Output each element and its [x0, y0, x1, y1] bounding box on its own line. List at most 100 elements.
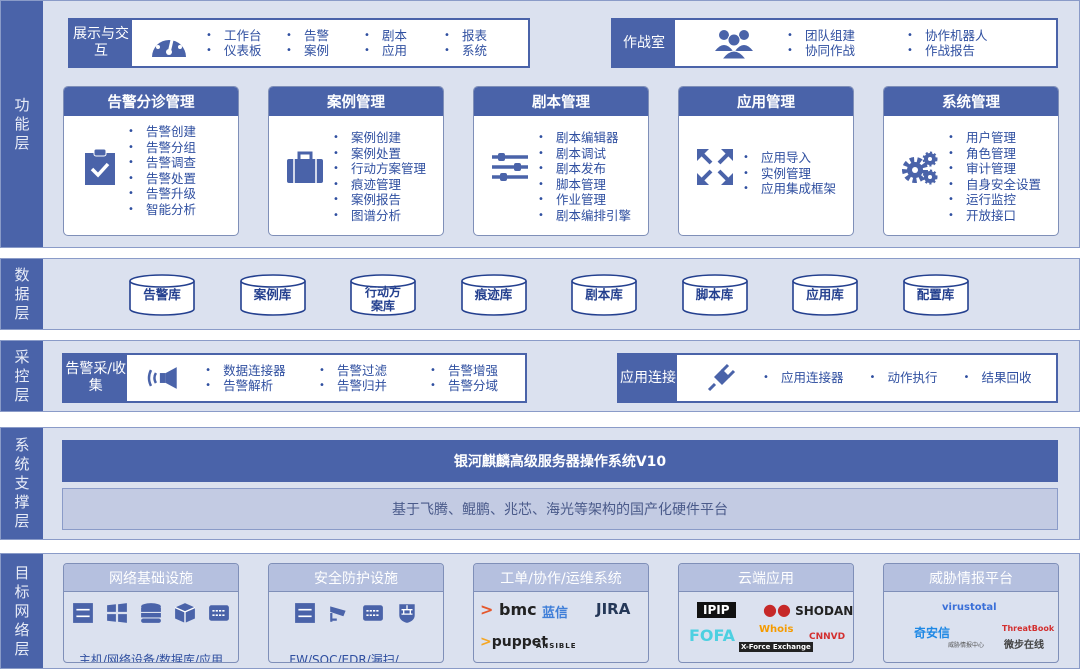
menu-item: 告警分域 — [426, 378, 525, 394]
module-item: 图谱分析 — [329, 208, 429, 224]
menu-item: 协作机器人 — [903, 28, 1013, 44]
server-icon — [73, 603, 93, 623]
layer-label: 采控层 — [1, 341, 43, 411]
module-item: 实例管理 — [739, 166, 843, 182]
windows-icon — [107, 603, 127, 623]
database-label: 应用库 — [806, 287, 844, 302]
menu-item: 作战报告 — [903, 43, 1013, 59]
vendor-logo: ANSIBLE — [536, 642, 577, 650]
menu-item: 告警过滤 — [315, 363, 426, 379]
bar-title: 告警采/收集 — [64, 355, 128, 401]
vendor-logo: > bmc — [480, 600, 537, 619]
menu-item: 告警增强 — [426, 363, 525, 379]
module-item: 剧本发布 — [534, 161, 634, 177]
menu-item: 告警解析 — [201, 378, 315, 394]
hardware-bar: 基于飞腾、鲲鹏、兆芯、海光等架构的国产化硬件平台 — [62, 488, 1058, 530]
database-cylinder: 配置库 — [902, 274, 969, 316]
expand-arrows-icon — [697, 149, 733, 185]
module-item: 案例处置 — [329, 146, 429, 162]
vendor-logo: X-Force Exchange — [739, 642, 813, 652]
module-item: 智能分析 — [124, 202, 228, 218]
logo-text: 威胁情报中心 — [948, 642, 985, 649]
module-item: 痕迹管理 — [329, 177, 429, 193]
database-label: 案例库 — [253, 287, 292, 302]
vendor-logo: 微步在线 — [1004, 636, 1044, 651]
vendor-logo: ThreatBook — [1002, 624, 1054, 633]
module-card: 剧本管理 剧本编辑器剧本调试剧本发布脚本管理作业管理剧本编排引擎 — [473, 86, 649, 236]
target-title: 威胁情报平台 — [884, 564, 1058, 592]
logo-text: JIRA — [596, 600, 631, 618]
logo-text: 奇安信 — [914, 626, 951, 640]
module-title: 告警分诊管理 — [64, 87, 238, 116]
vendor-logo: 蓝信 — [542, 602, 568, 621]
switch-icon — [363, 605, 383, 621]
module-item: 告警分组 — [124, 140, 228, 156]
menu-item: 数据连接器 — [201, 363, 315, 379]
menu-item: 动作执行 — [866, 370, 938, 386]
module-title: 应用管理 — [679, 87, 853, 116]
logo-text: 蓝信 — [542, 606, 569, 621]
layer-label: 功能层 — [1, 1, 43, 247]
module-item: 用户管理 — [944, 130, 1044, 146]
os-bar: 银河麒麟高级服务器操作系统V10 — [62, 440, 1058, 482]
logo-text: 微步在线 — [1004, 640, 1044, 651]
target-title: 工单/协作/运维系统 — [474, 564, 648, 592]
menu-item: 告警归并 — [315, 378, 426, 394]
menu-item: 应用 — [360, 43, 440, 59]
menu-item: 结果回收 — [960, 370, 1032, 386]
vendor-logo: JIRA — [596, 600, 630, 618]
database-cylinder: 痕迹库 — [460, 274, 527, 316]
module-card: 案例管理 案例创建案例处置行动方案管理痕迹管理案例报告图谱分析 — [268, 86, 444, 236]
target-title: 安全防护设施 — [269, 564, 443, 592]
signal-horn-icon — [148, 367, 178, 389]
module-item: 应用集成框架 — [739, 181, 843, 197]
firewall-icon — [399, 604, 415, 623]
module-item: 剧本编辑器 — [534, 130, 634, 146]
database-cylinder: 剧本库 — [571, 274, 637, 316]
dashboard-icon — [152, 32, 186, 57]
target-card: 威胁情报平台 virustotal 奇安信威胁情报中心 ThreatBook 微步在线 — [883, 563, 1059, 663]
server-icon — [295, 603, 315, 623]
logo-text: SHODAN — [795, 604, 854, 618]
module-title: 案例管理 — [269, 87, 443, 116]
database-icon — [141, 603, 161, 623]
database-cylinder: 案例库 — [239, 274, 306, 316]
vendor-logo: ●● SHODAN — [763, 600, 854, 619]
team-icon — [715, 30, 753, 59]
database-cylinder: 应用库 — [792, 274, 858, 316]
menu-item: 协同作战 — [783, 43, 903, 59]
vendor-logo: 奇安信 — [914, 624, 950, 641]
module-item: 告警创建 — [124, 124, 228, 140]
menu-item: 案例 — [282, 43, 360, 59]
menu-item: 剧本 — [360, 28, 440, 44]
layer-label: 数据层 — [1, 259, 43, 329]
target-card: 工单/协作/运维系统 > bmc 蓝信 JIRA >puppet ANSIBLE — [473, 563, 649, 663]
menu-item: 团队组建 — [783, 28, 903, 44]
target-card: 安全防护设施 FW/SOC/EDR/漏扫/…… — [268, 563, 444, 663]
logo-text: CNNVD — [809, 632, 846, 642]
target-caption: FW/SOC/EDR/漏扫/…… — [289, 653, 423, 663]
menu-item: 报表 — [440, 28, 510, 44]
database-label: 剧本库 — [585, 287, 623, 302]
logo-text: Whois — [759, 624, 794, 635]
menu-item: 系统 — [440, 43, 510, 59]
logo-text: virustotal — [942, 602, 997, 613]
menu-item: 应用连接器 — [759, 370, 844, 386]
plug-icon — [707, 363, 736, 392]
menu-item: 工作台 — [202, 28, 282, 44]
database-label: 痕迹库 — [474, 287, 513, 302]
module-item: 应用导入 — [739, 150, 843, 166]
menu-item: 告警 — [282, 28, 360, 44]
database-label: 行动方案库 — [364, 285, 401, 313]
cube-icon — [174, 603, 196, 623]
module-item: 运行监控 — [944, 192, 1044, 208]
module-item: 脚本管理 — [534, 177, 634, 193]
database-label: 告警库 — [143, 287, 181, 302]
bar-title: 展示与交互 — [70, 20, 132, 66]
database-cylinder: 脚本库 — [681, 274, 748, 316]
database-cylinder: 行动方案库 — [350, 274, 416, 316]
target-title: 云端应用 — [679, 564, 853, 592]
vendor-logo: CNNVD — [809, 632, 845, 642]
module-item: 开放接口 — [944, 208, 1044, 224]
module-title: 系统管理 — [884, 87, 1058, 116]
